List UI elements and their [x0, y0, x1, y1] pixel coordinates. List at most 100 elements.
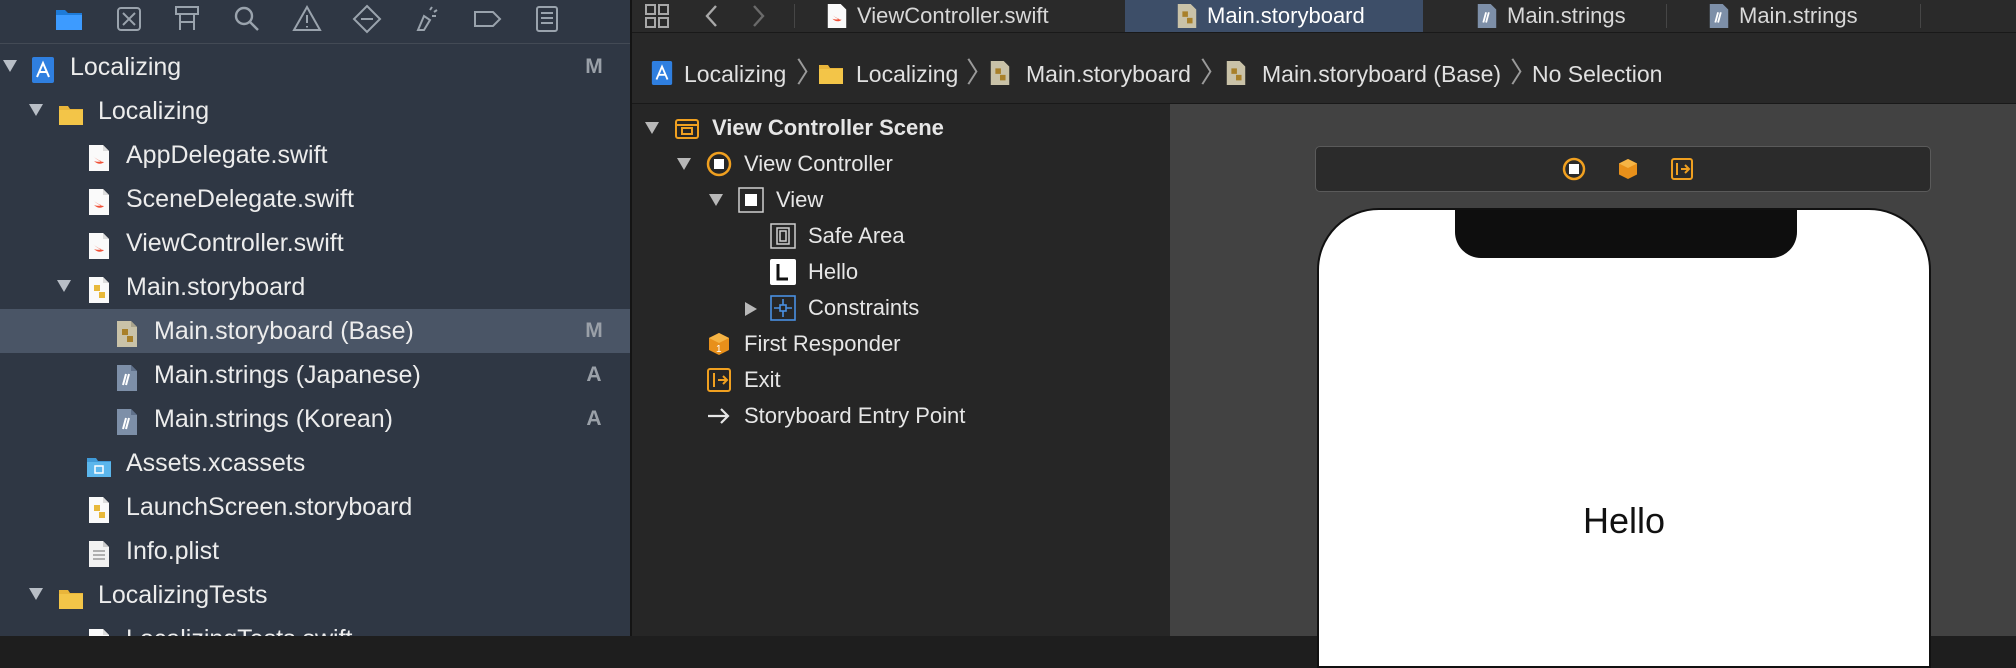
outline-row-view[interactable]: View: [632, 182, 1170, 218]
outline-label: Hello: [808, 259, 859, 284]
scm-status-badge: M: [585, 55, 603, 78]
tab-label: Main.strings: [1739, 3, 1858, 28]
storyboard-canvas[interactable]: Hello: [1170, 104, 2016, 668]
outline-row-exit[interactable]: Exit: [632, 362, 1170, 398]
jump-bar-crumb[interactable]: No Selection: [1532, 33, 1662, 103]
label-icon: [770, 259, 796, 285]
disclosure-triangle-icon[interactable]: [708, 193, 724, 207]
tree-row-file[interactable]: AppDelegate.swift: [0, 133, 630, 177]
report-icon[interactable]: [530, 2, 564, 36]
exit-icon[interactable]: [1670, 157, 1694, 181]
tree-label: Localizing: [70, 53, 182, 81]
jump-bar: Localizing 〉 Localizing 〉 Main.storyboar…: [632, 33, 2016, 104]
device-notch: [1455, 210, 1797, 258]
tree-label: Info.plist: [126, 537, 220, 565]
folder-icon[interactable]: [52, 2, 86, 36]
hello-label[interactable]: Hello: [1319, 500, 1929, 542]
tree-row-file[interactable]: LocalizingTests.swift: [0, 617, 630, 636]
tree-row-file[interactable]: LaunchScreen.storyboard: [0, 485, 630, 529]
outline-row-constraints[interactable]: Constraints: [632, 290, 1170, 326]
jump-bar-crumb[interactable]: Main.storyboard: [1026, 33, 1191, 103]
forward-chevron-icon[interactable]: [748, 3, 768, 29]
folder-icon: [58, 582, 84, 610]
tree-label: Main.strings (Korean): [154, 405, 393, 433]
disclosure-triangle-icon[interactable]: [54, 265, 76, 309]
tab-main-strings[interactable]: Main.strings: [1667, 0, 1903, 32]
outline-label: View Controller: [744, 151, 893, 176]
jump-bar-crumb[interactable]: Localizing: [856, 33, 958, 103]
disclosure-triangle-icon[interactable]: [0, 45, 22, 89]
chevron-right-icon: 〉: [966, 57, 995, 88]
folder-icon: [58, 98, 84, 126]
outline-row-entry-point[interactable]: Storyboard Entry Point: [632, 398, 1170, 434]
search-icon[interactable]: [230, 2, 264, 36]
jump-bar-crumb[interactable]: Main.storyboard (Base): [1262, 33, 1501, 103]
outline-row-first-responder[interactable]: 1 First Responder: [632, 326, 1170, 362]
tree-row-file[interactable]: Assets.xcassets: [0, 441, 630, 485]
tab-label: Main.storyboard: [1207, 3, 1365, 28]
tree-row-file[interactable]: Main.strings (Korean) A: [0, 397, 630, 441]
outline-row-view-controller[interactable]: View Controller: [632, 146, 1170, 182]
tree-label: LocalizingTests: [98, 581, 268, 609]
tree-row-file[interactable]: ViewController.swift: [0, 221, 630, 265]
disclosure-triangle-right-icon[interactable]: [744, 301, 758, 317]
tree-row-file-selected[interactable]: Main.storyboard (Base) M: [0, 309, 630, 353]
scene-icon: [674, 115, 700, 141]
plist-icon: [86, 538, 112, 567]
tree-row-group-tests[interactable]: LocalizingTests: [0, 573, 630, 617]
tab-viewcontroller-swift[interactable]: ViewController.swift: [795, 0, 1085, 32]
outline-row-label[interactable]: Hello: [632, 254, 1170, 290]
tree-label: LocalizingTests.swift: [126, 617, 352, 636]
outline-label: Storyboard Entry Point: [744, 403, 966, 428]
tab-label: ViewController.swift: [857, 3, 1049, 28]
tree-row-variant-group[interactable]: Main.storyboard: [0, 265, 630, 309]
debug-icon[interactable]: [410, 2, 444, 36]
tree-label: SceneDelegate.swift: [126, 185, 354, 213]
jump-bar-crumb[interactable]: Localizing: [684, 33, 786, 103]
svg-text:1: 1: [716, 344, 722, 355]
tree-row-file[interactable]: SceneDelegate.swift: [0, 177, 630, 221]
tree-row-project[interactable]: Localizing M: [0, 45, 630, 89]
folder-icon: [818, 59, 843, 87]
tree-row-file[interactable]: Info.plist: [0, 529, 630, 573]
view-controller-icon[interactable]: [1562, 157, 1586, 181]
swift-file-icon: [86, 230, 112, 259]
scene-dock[interactable]: [1315, 146, 1931, 192]
tab-label: Main.strings: [1507, 3, 1626, 28]
outline-label: View: [776, 187, 824, 212]
outline-label: Safe Area: [808, 223, 905, 248]
tab-main-storyboard[interactable]: Main.storyboard: [1125, 0, 1423, 32]
source-control-icon[interactable]: [112, 2, 146, 36]
disclosure-triangle-icon[interactable]: [676, 157, 692, 171]
tree-label: LaunchScreen.storyboard: [126, 493, 413, 521]
storyboard-icon: [114, 318, 140, 347]
warning-icon[interactable]: [290, 2, 324, 36]
document-outline: View Controller Scene View Controller Vi…: [632, 104, 1170, 636]
swift-file-icon: [86, 186, 112, 215]
disclosure-triangle-icon[interactable]: [644, 121, 660, 135]
strings-file-icon: [1707, 2, 1731, 30]
test-icon[interactable]: [350, 2, 384, 36]
disclosure-triangle-icon[interactable]: [26, 89, 48, 133]
iphone-view-frame[interactable]: Hello: [1317, 208, 1931, 668]
chevron-right-icon: 〉: [796, 57, 825, 88]
grid-icon[interactable]: [644, 3, 670, 29]
tree-row-group-localizing[interactable]: Localizing: [0, 89, 630, 133]
breakpoint-icon[interactable]: [470, 2, 504, 36]
disclosure-triangle-icon[interactable]: [26, 573, 48, 617]
swift-file-icon: [86, 626, 112, 636]
tab-main-strings[interactable]: Main.strings: [1423, 0, 1655, 32]
outline-label: Exit: [744, 367, 781, 392]
hierarchy-icon[interactable]: [170, 2, 204, 36]
storyboard-icon: [1224, 59, 1248, 87]
back-chevron-icon[interactable]: [702, 3, 722, 29]
tree-row-file[interactable]: Main.strings (Japanese) A: [0, 353, 630, 397]
tree-label: Localizing: [98, 97, 210, 125]
outline-row-safe-area[interactable]: Safe Area: [632, 218, 1170, 254]
outline-row-scene[interactable]: View Controller Scene: [632, 110, 1170, 146]
first-responder-icon[interactable]: [1616, 157, 1640, 181]
tree-label: Assets.xcassets: [126, 449, 306, 477]
tree-label: Main.storyboard (Base): [154, 317, 414, 345]
tree-label: ViewController.swift: [126, 229, 344, 257]
scm-status-badge: M: [585, 319, 603, 342]
